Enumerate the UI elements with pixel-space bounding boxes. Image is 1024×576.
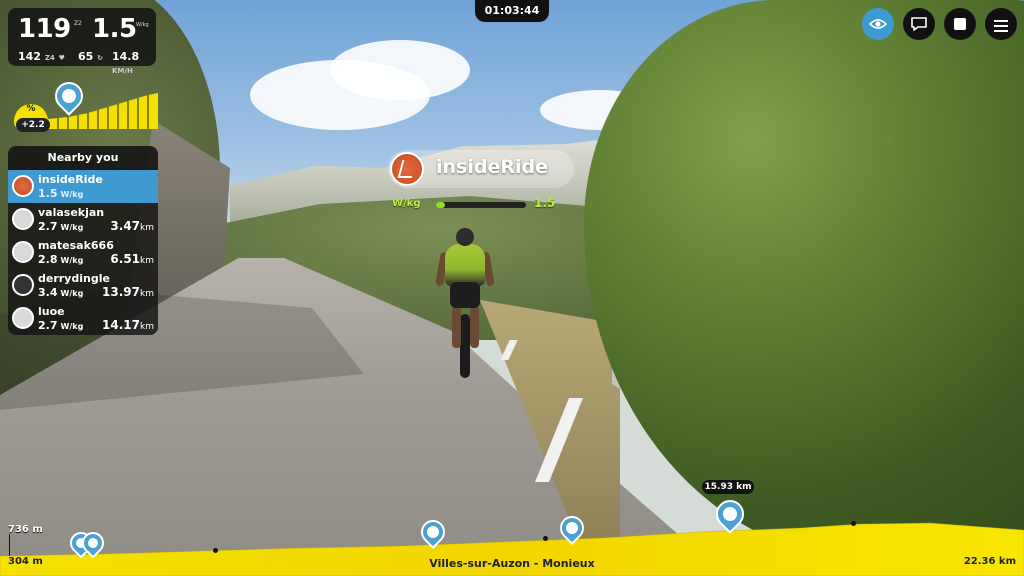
insideride-logo-icon (390, 152, 424, 186)
eye-icon (868, 19, 888, 29)
rider-wkg: 2.7 W/kg (38, 319, 84, 332)
profile-marker-dot (851, 521, 856, 526)
rider-distance: 13.97km (102, 285, 154, 299)
menu-button[interactable] (985, 8, 1017, 40)
nearby-rider-row[interactable]: luoe 2.7 W/kg 14.17km (8, 302, 158, 335)
route-name: Villes-sur-Auzon - Monieux (429, 557, 595, 570)
rider-wkg: 3.4 W/kg (38, 286, 84, 299)
rider-wkg-bar: W/kg 1.5 (392, 196, 560, 212)
grade-label: % (26, 104, 36, 114)
wkg-value: 1.5 (92, 14, 137, 44)
rider-name: luoe (38, 305, 65, 318)
wkg-bar-fill (436, 202, 445, 208)
rider-wkg: 2.8 W/kg (38, 253, 84, 266)
nearby-riders-panel: Nearby you insideRide 1.5 W/kg valasekjan… (8, 146, 158, 335)
camera-view-button[interactable] (862, 8, 894, 40)
speed-value: 14.8 (112, 50, 140, 63)
profile-marker-dot (543, 536, 548, 541)
wkg-bar-label: W/kg (392, 198, 421, 209)
avatar (12, 241, 34, 263)
power-zone: Z2 (74, 20, 82, 27)
heart-icon: ♥ (58, 54, 65, 62)
avatar (12, 307, 34, 329)
stop-icon (954, 18, 966, 30)
avatar (12, 274, 34, 296)
nearby-title: Nearby you (8, 146, 158, 170)
cadence-value: 65 (78, 50, 94, 63)
rider-tag-name: insideRide (436, 156, 548, 178)
elapsed-timer: 01:03:44 (475, 0, 549, 22)
rider-wkg: 1.5 W/kg (38, 187, 84, 200)
rider-distance: 3.47km (110, 219, 154, 233)
rider-name: derrydingle (38, 272, 110, 285)
wkg-bar-track (436, 202, 526, 208)
rider-name: insideRide (38, 173, 103, 186)
wkg-bar-value: 1.5 (534, 196, 556, 210)
ride-stats-panel: 119 Z2 1.5 W/kg 142 Z4 ♥ 65 ↻ 14.8 KM/H (8, 8, 156, 75)
right-trees (584, 0, 1024, 560)
rider-gap-tag: 15.93 km (702, 480, 754, 494)
chat-button[interactable] (903, 8, 935, 40)
speed-unit: KM/H (112, 67, 133, 75)
heart-rate: 142 Z4 ♥ (18, 50, 65, 63)
rider-distance: 14.17km (102, 318, 154, 332)
chat-icon (911, 17, 927, 31)
nearby-rider-row[interactable]: valasekjan 2.7 W/kg 3.47km (8, 203, 158, 236)
route-distance: 22.36 km (963, 556, 1016, 567)
cadence-icon: ↻ (97, 54, 104, 62)
heart-rate-value: 142 (18, 50, 41, 63)
heart-rate-zone: Z4 (44, 54, 55, 62)
nearby-rider-row[interactable]: matesak666 2.8 W/kg 6.51km (8, 236, 158, 269)
grade-value: +2.2 (16, 118, 50, 132)
elevation-scale-line (9, 534, 10, 556)
nearby-rider-row[interactable]: insideRide 1.5 W/kg (8, 170, 158, 203)
rider-name-tag: insideRide (388, 150, 574, 188)
wkg-unit: W/kg (136, 22, 149, 28)
rider-wkg: 2.7 W/kg (38, 220, 84, 233)
rider-distance: 6.51km (110, 252, 154, 266)
stop-button[interactable] (944, 8, 976, 40)
cadence: 65 ↻ (78, 50, 103, 63)
cyclist (430, 228, 500, 378)
speed: 14.8 KM/H (112, 50, 156, 76)
profile-marker-dot (213, 548, 218, 553)
power-value: 119 (18, 14, 71, 44)
rider-name: valasekjan (38, 206, 105, 219)
elevation-max: 736 m (8, 524, 43, 535)
cloud (330, 40, 470, 100)
avatar (12, 208, 34, 230)
rider-name: matesak666 (38, 239, 114, 252)
nearby-rider-row[interactable]: derrydingle 3.4 W/kg 13.97km (8, 269, 158, 302)
avatar (12, 175, 34, 197)
menu-icon (994, 17, 1008, 35)
